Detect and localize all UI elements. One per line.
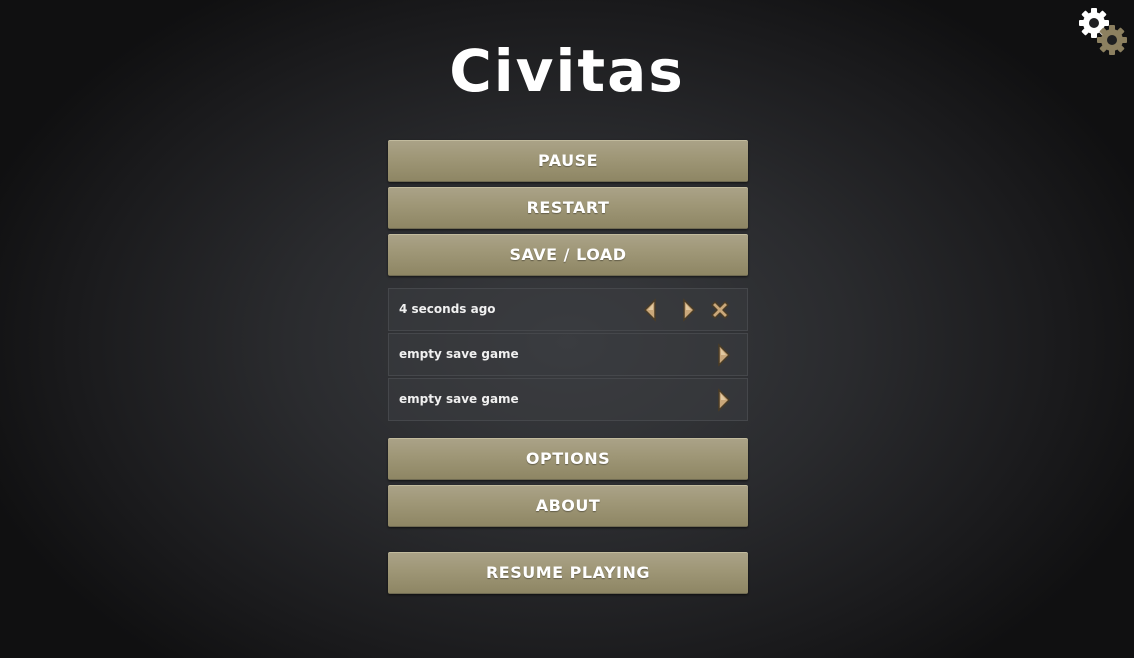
about-button[interactable]: ABOUT bbox=[388, 485, 748, 527]
save-slot-label: 4 seconds ago bbox=[399, 302, 496, 316]
save-slot-list: 4 seconds ago empty save game empty save… bbox=[388, 288, 748, 423]
save-arrow-left-icon[interactable] bbox=[639, 298, 663, 322]
restart-button[interactable]: RESTART bbox=[388, 187, 748, 229]
save-arrow-right-icon[interactable] bbox=[711, 388, 735, 412]
options-button[interactable]: OPTIONS bbox=[388, 438, 748, 480]
save-slot-label: empty save game bbox=[399, 347, 519, 361]
resume-playing-button[interactable]: RESUME PLAYING bbox=[388, 552, 748, 594]
save-slot-1[interactable]: 4 seconds ago bbox=[388, 288, 748, 331]
save-slot-3[interactable]: empty save game bbox=[388, 378, 748, 421]
load-arrow-right-icon[interactable] bbox=[676, 298, 700, 322]
save-arrow-right-icon[interactable] bbox=[711, 343, 735, 367]
save-load-button[interactable]: SAVE / LOAD bbox=[388, 234, 748, 276]
save-slot-label: empty save game bbox=[399, 392, 519, 406]
delete-x-icon[interactable] bbox=[708, 298, 732, 322]
save-slot-2[interactable]: empty save game bbox=[388, 333, 748, 376]
game-title: Civitas bbox=[449, 37, 685, 105]
pause-button[interactable]: PAUSE bbox=[388, 140, 748, 182]
